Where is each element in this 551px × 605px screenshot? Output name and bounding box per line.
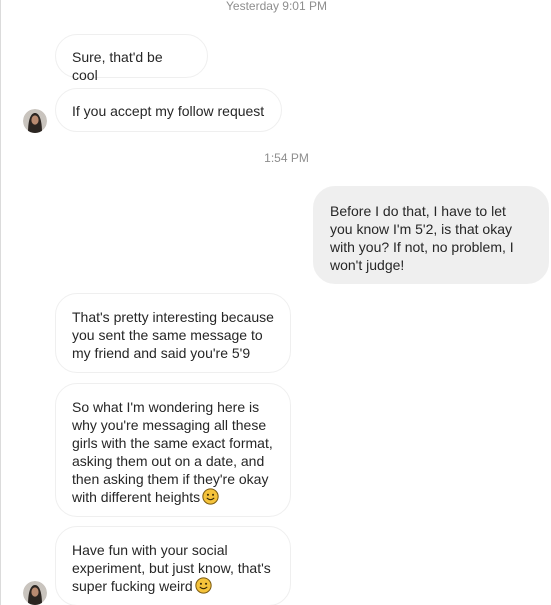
message-bubble-received[interactable]: Sure, that'd be cool: [55, 34, 208, 83]
message-bubble-received[interactable]: If you accept my follow request: [55, 88, 282, 132]
message-bubble-sent[interactable]: Before I do that, I have to let you know…: [313, 186, 549, 284]
message-text: Sure, that'd be cool: [72, 49, 167, 83]
message-text: That's pretty interesting because you se…: [72, 309, 274, 361]
slightly-smiling-face-icon: [202, 488, 219, 505]
message-thread[interactable]: Yesterday 9:01 PM Sure, that'd be cool I…: [0, 0, 551, 605]
message-bubble-received[interactable]: So what I'm wondering here is why you're…: [55, 383, 291, 517]
message-bubble-received[interactable]: That's pretty interesting because you se…: [55, 293, 291, 373]
message-text: So what I'm wondering here is why you're…: [72, 399, 273, 505]
timestamp-yesterday: Yesterday 9:01 PM: [226, 0, 327, 13]
avatar[interactable]: [23, 581, 47, 605]
slightly-smiling-face-icon: [194, 577, 212, 594]
message-text: If you accept my follow request: [72, 103, 265, 119]
message-text: Before I do that, I have to let you know…: [330, 203, 514, 273]
timestamp-today: 1:54 PM: [264, 151, 309, 165]
avatar[interactable]: [23, 109, 47, 133]
message-bubble-received[interactable]: Have fun with your social experiment, bu…: [55, 526, 291, 605]
message-text: Have fun with your social experiment, bu…: [72, 542, 271, 594]
